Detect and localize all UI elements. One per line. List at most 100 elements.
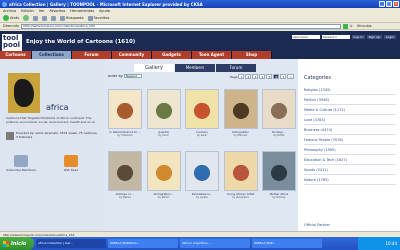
collection-panel: africa Cartoons that Targeted Problems o… — [0, 59, 104, 231]
cartoon-thumb[interactable]: Invasion by asrar — [185, 89, 219, 137]
go-button[interactable] — [343, 23, 349, 29]
web-page: tool pool Enjoy the World of Cartoons (1… — [0, 31, 400, 231]
nav-community[interactable]: Community — [112, 51, 152, 59]
cartoon-thumb[interactable]: Antilope or ... by Nekoo — [108, 151, 142, 199]
task-panela[interactable]: PANELA BARRACA... — [108, 239, 178, 248]
tab-members[interactable]: Members — [175, 64, 215, 72]
login-submit-button[interactable]: Login — [383, 35, 396, 39]
minimize-button[interactable]: _ — [379, 1, 385, 7]
category-item[interactable]: Sports (2412) — [304, 165, 396, 175]
cartoon-author[interactable]: by asrar — [185, 134, 219, 137]
order-by: order by Newest — [108, 74, 142, 78]
refresh-button[interactable] — [42, 15, 48, 21]
page-5[interactable]: 5 — [266, 74, 273, 79]
password-field[interactable]: Password — [321, 35, 350, 39]
cartoon-image[interactable] — [262, 151, 296, 191]
cartoon-author[interactable]: by Nekoo — [108, 196, 142, 199]
nav-forum[interactable]: Forum — [72, 51, 112, 59]
menu-ayuda[interactable]: Ayuda — [99, 9, 110, 13]
cartoon-image[interactable] — [185, 89, 219, 129]
cartoon-author[interactable]: by hanif — [147, 134, 181, 137]
cartoon-author[interactable]: by Ramo — [147, 196, 181, 199]
task-yahoo[interactable]: Yahoo! Argentina ... — [180, 239, 250, 248]
page-2[interactable]: 2 — [245, 74, 252, 79]
cartoon-author[interactable]: by Shahram — [108, 134, 142, 137]
menu-archivo[interactable]: Archivo — [3, 9, 16, 13]
cartoon-image[interactable] — [262, 89, 296, 129]
cartoon-thumb[interactable]: Donkey ... by Rolfie — [262, 89, 296, 137]
page-next[interactable]: > — [287, 74, 294, 79]
category-item[interactable]: Religion (1345) — [304, 85, 396, 95]
category-item[interactable]: Education & Tech (1627) — [304, 155, 396, 165]
cartoon-author[interactable]: by Marcelo — [224, 134, 258, 137]
links-label[interactable]: Vínculos — [357, 24, 372, 28]
nav-gadgets[interactable]: Gadgets — [152, 51, 192, 59]
cartoon-thumb[interactable]: guerilla by hanif — [146, 89, 181, 137]
nav-shop[interactable]: Shop — [232, 51, 272, 59]
task-ie-window[interactable]: africa Collection | Gal... — [36, 239, 106, 248]
cartoon-image[interactable] — [185, 151, 219, 191]
page-3[interactable]: 3 — [252, 74, 259, 79]
cartoon-author[interactable]: by Donkey — [262, 196, 296, 199]
order-select[interactable]: Newest — [123, 74, 142, 78]
cartoon-image[interactable] — [146, 151, 181, 191]
signup-button[interactable]: Sign up — [366, 35, 382, 39]
category-item[interactable]: Nature (1765) — [304, 175, 396, 185]
clock: 10:44 — [385, 241, 397, 246]
category-item[interactable]: Politics (3948) — [304, 95, 396, 105]
menu-favoritos[interactable]: Favoritos — [49, 9, 65, 13]
task-panela-2[interactable]: PANELA BAR... — [252, 239, 322, 248]
cartoon-thumb[interactable]: Immigration... by Ramo — [146, 151, 181, 199]
category-item[interactable]: Famous People (3576) — [304, 135, 396, 145]
cartoon-image[interactable] — [223, 151, 258, 191]
cartoon-thumb[interactable]: Mother Africa by Donkey — [262, 151, 296, 199]
back-arrow-icon — [3, 15, 9, 21]
page-1[interactable]: 1 — [238, 74, 245, 79]
subscribe-members-button[interactable]: Subscribe Members — [6, 155, 36, 172]
category-item[interactable]: Business (4474) — [304, 125, 396, 135]
nav-toon-agent[interactable]: Toon Agent — [192, 51, 232, 59]
cartoon-thumb[interactable]: Immigration by Marcelo — [223, 89, 258, 137]
search-button[interactable]: Búsqueda — [60, 15, 84, 21]
menu-herramientas[interactable]: Herramientas — [70, 9, 94, 13]
cartoon-image[interactable] — [223, 89, 258, 129]
home-button[interactable] — [51, 15, 57, 21]
go-label[interactable]: Ir — [350, 24, 352, 28]
maximize-button[interactable]: □ — [386, 1, 392, 7]
cartoon-thumb[interactable]: Zimbabwe Is... by jupiter — [185, 151, 219, 199]
start-button[interactable]: Inicio — [0, 237, 34, 250]
page-6[interactable]: 6 — [273, 74, 280, 79]
username-field[interactable]: Username — [291, 35, 320, 39]
stop-button[interactable] — [33, 15, 39, 21]
window-titlebar: africa Collection | Gallery | TOONPOOL -… — [0, 0, 400, 8]
nav-collections[interactable]: Collections — [32, 51, 72, 59]
cartoon-thumb[interactable]: Young African Artist by Jeanpierre — [223, 151, 258, 199]
cartoon-image[interactable] — [146, 89, 181, 129]
address-input[interactable]: http://www.toonpool.com/collections/afri… — [21, 23, 342, 29]
cartoon-image[interactable] — [108, 151, 142, 191]
favorites-button[interactable]: Favoritos — [87, 15, 109, 21]
cartoon-author[interactable]: by Jeanpierre — [224, 196, 258, 199]
tab-gallery[interactable]: Gallery — [134, 64, 174, 72]
rss-feed-button[interactable]: RSS Feed — [56, 155, 86, 172]
cartoon-author[interactable]: by Rolfie — [262, 134, 296, 137]
page-7[interactable]: 7 — [280, 74, 287, 79]
menu-ver[interactable]: Ver — [39, 9, 45, 13]
nav-cartoons[interactable]: Cartoons — [0, 51, 32, 59]
category-item[interactable]: Love (4783) — [304, 115, 396, 125]
tab-forum[interactable]: Forum — [216, 64, 256, 72]
category-item[interactable]: Philosophy (1595) — [304, 145, 396, 155]
cartoon-author[interactable]: by jupiter — [185, 196, 219, 199]
official-partner-link[interactable]: Official Partner — [304, 223, 330, 227]
category-item[interactable]: Media & Culture (1172) — [304, 105, 396, 115]
forward-button[interactable] — [23, 15, 30, 21]
page-4[interactable]: 4 — [259, 74, 266, 79]
star-icon — [87, 15, 93, 21]
login-button[interactable]: Log in — [351, 35, 365, 39]
back-button[interactable]: Atrás — [3, 15, 19, 21]
cartoon-thumb[interactable]: In Remembrance to ... by Shahram — [108, 89, 142, 137]
founder-avatar[interactable] — [6, 132, 14, 140]
cartoon-image[interactable] — [108, 89, 142, 129]
menu-edicion[interactable]: Edición — [21, 9, 34, 13]
close-button[interactable]: × — [393, 1, 399, 7]
